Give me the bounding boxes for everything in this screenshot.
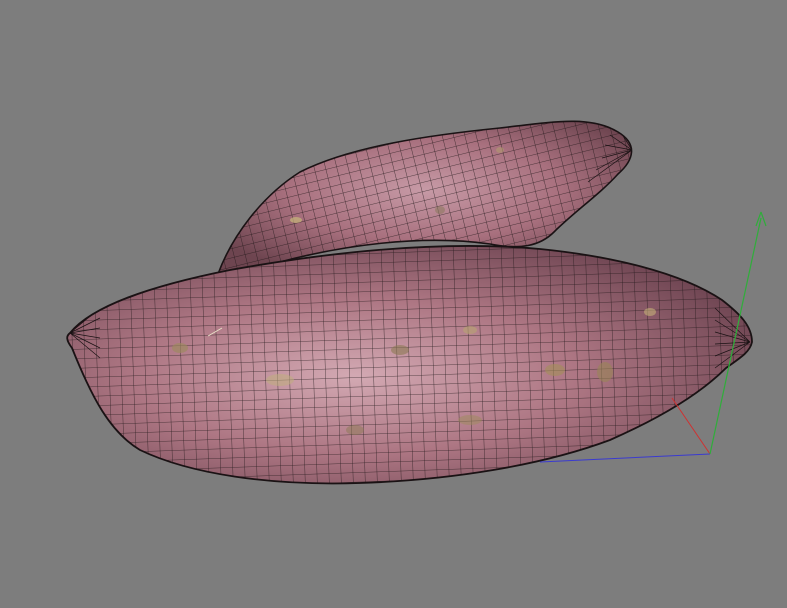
x-axis-line — [671, 397, 711, 455]
z-axis-line — [539, 453, 711, 463]
3d-viewport[interactable] — [0, 0, 787, 608]
sweet-potato-front[interactable] — [60, 230, 760, 500]
viewport-canvas[interactable] — [0, 0, 787, 608]
